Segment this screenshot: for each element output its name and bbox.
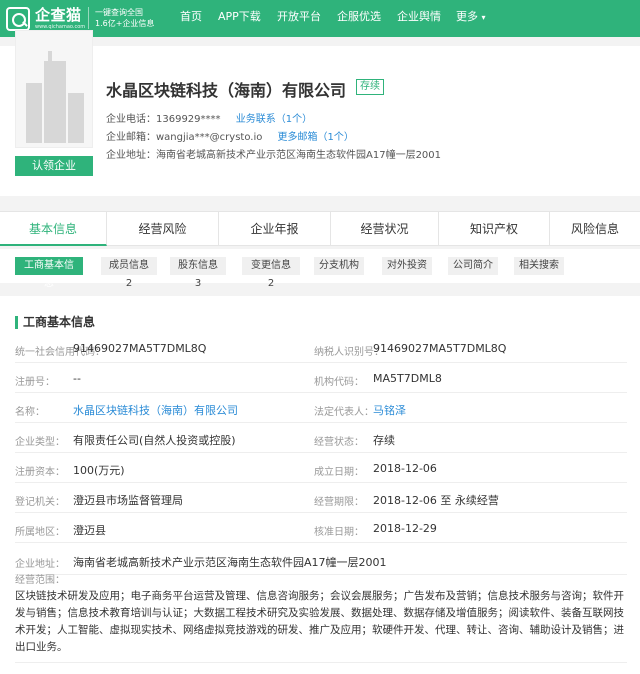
subtab-investments[interactable]: 对外投资 — [382, 257, 432, 275]
credit-code-value: 91469027MA5T7DML8Q — [73, 342, 207, 355]
field-label: 注册号： — [15, 377, 55, 388]
subtab-branches[interactable]: 分支机构 — [314, 257, 364, 275]
nav-open-platform[interactable]: 开放平台 — [277, 0, 321, 37]
company-email: wangjia***@crysto.io — [156, 132, 263, 143]
company-phone-row: 企业电话：1369929**** 业务联系（1个） — [106, 114, 313, 125]
operating-period-value: 2018-12-06 至 永续经营 — [373, 494, 499, 507]
field-label: 法定代表人： — [314, 407, 374, 418]
nav-services[interactable]: 企服优选 — [337, 0, 381, 37]
nav-more[interactable]: 更多 ▾ — [456, 0, 486, 37]
company-type-value: 有限责任公司(自然人投资或控股) — [73, 434, 236, 447]
brand-name: 企查猫 — [35, 6, 82, 24]
slogan-line-1: 一键查询全国 — [95, 8, 143, 17]
subtab-related-search[interactable]: 相关搜索 — [514, 257, 564, 275]
nav-more-label: 更多 — [456, 10, 478, 23]
caret-down-icon: ▾ — [481, 13, 486, 22]
field-label: 企业地址： — [15, 559, 65, 570]
nav-home[interactable]: 首页 — [180, 0, 202, 37]
tab-basic-info[interactable]: 基本信息 — [0, 212, 107, 246]
business-scope-text: 区块链技术研发及应用；电子商务平台运营及管理、信息咨询服务；会议会展服务；广告发… — [15, 590, 624, 653]
field-label: 核准日期： — [314, 527, 364, 538]
region-value: 澄迈县 — [73, 524, 106, 537]
subtab-shareholders[interactable]: 股东信息 3 — [170, 257, 226, 289]
field-label: 机构代码： — [314, 377, 364, 388]
nav-public-opinion[interactable]: 企业舆情 — [397, 0, 441, 37]
subtab-members[interactable]: 成员信息 2 — [101, 257, 157, 289]
field-label: 所属地区： — [15, 527, 65, 538]
company-phone: 1369929**** — [156, 114, 221, 125]
founded-date-value: 2018-12-06 — [373, 462, 437, 475]
claim-company-button[interactable]: 认领企业 — [15, 156, 93, 176]
status-badge: 存续 — [356, 79, 384, 95]
field-label: 经营状态： — [314, 437, 364, 448]
company-address-row: 企业地址：海南省老城高新技术产业示范区海南生态软件园A17幢一层2001 — [106, 150, 442, 161]
field-label: 经营范围： — [15, 575, 65, 586]
nav-app-download[interactable]: APP下载 — [218, 0, 261, 37]
operating-status-value: 存续 — [373, 434, 395, 447]
reg-authority-value: 澄迈县市场监督管理局 — [73, 494, 183, 507]
subtab-business-info[interactable]: 工商基本信息 — [15, 257, 83, 289]
tab-annual-report[interactable]: 企业年报 — [219, 212, 331, 246]
subtab-changes[interactable]: 变更信息 2 — [242, 257, 300, 289]
sub-tabs: 工商基本信息 成员信息 2 股东信息 3 变更信息 2 分支机构 对外投资 公司… — [0, 249, 640, 289]
slogan-line-2: 1.6亿+企业信息 — [95, 19, 155, 28]
taxpayer-id-value: 91469027MA5T7DML8Q — [373, 342, 507, 355]
tab-operating-status[interactable]: 经营状况 — [331, 212, 439, 246]
field-label: 登记机关： — [15, 497, 65, 508]
reg-capital-value: 100(万元) — [73, 464, 125, 477]
tab-business-risk[interactable]: 经营风险 — [107, 212, 219, 246]
brand-slogan: 一键查询全国 1.6亿+企业信息 — [88, 7, 154, 29]
field-label: 成立日期： — [314, 467, 364, 478]
approval-date-value: 2018-12-29 — [373, 522, 437, 535]
business-contact-link[interactable]: 业务联系（1个） — [236, 114, 312, 125]
registered-address-value: 海南省老城高新技术产业示范区海南生态软件园A17幢一层2001 — [73, 556, 387, 569]
main-tabs: 基本信息 经营风险 企业年报 经营状况 知识产权 风险信息 — [0, 211, 640, 246]
company-email-row: 企业邮箱：wangjia***@crysto.io 更多邮箱（1个） — [106, 132, 354, 143]
legal-rep-link[interactable]: 马铭泽 — [373, 402, 406, 418]
company-name-link[interactable]: 水晶区块链科技（海南）有限公司 — [73, 402, 238, 418]
top-navbar: 企查猫 www.qichamao.com 一键查询全国 1.6亿+企业信息 首页… — [0, 0, 640, 37]
company-logo — [15, 30, 93, 160]
company-header — [0, 46, 640, 196]
company-name: 水晶区块链科技（海南）有限公司 — [106, 81, 347, 100]
building-placeholder-icon — [15, 30, 93, 148]
field-label: 经营期限： — [314, 497, 364, 508]
magnifier-logo-icon — [6, 7, 30, 31]
tab-intellectual-property[interactable]: 知识产权 — [439, 212, 550, 246]
field-label: 企业类型： — [15, 437, 65, 448]
reg-number-value: -- — [73, 372, 81, 385]
section-title: 工商基本信息 — [15, 316, 95, 329]
field-label: 注册资本： — [15, 467, 65, 478]
subtab-company-profile[interactable]: 公司简介 — [448, 257, 498, 275]
company-address: 海南省老城高新技术产业示范区海南生态软件园A17幢一层2001 — [156, 150, 442, 161]
field-label: 名称： — [15, 407, 45, 418]
tab-risk-info[interactable]: 风险信息 — [550, 212, 640, 246]
more-emails-link[interactable]: 更多邮箱（1个） — [278, 132, 354, 143]
brand-logo[interactable]: 企查猫 www.qichamao.com — [6, 6, 85, 32]
org-code-value: MA5T7DML8 — [373, 372, 442, 385]
business-info-panel: 工商基本信息 统一社会信用代码： 91469027MA5T7DML8Q 注册号：… — [0, 296, 640, 674]
